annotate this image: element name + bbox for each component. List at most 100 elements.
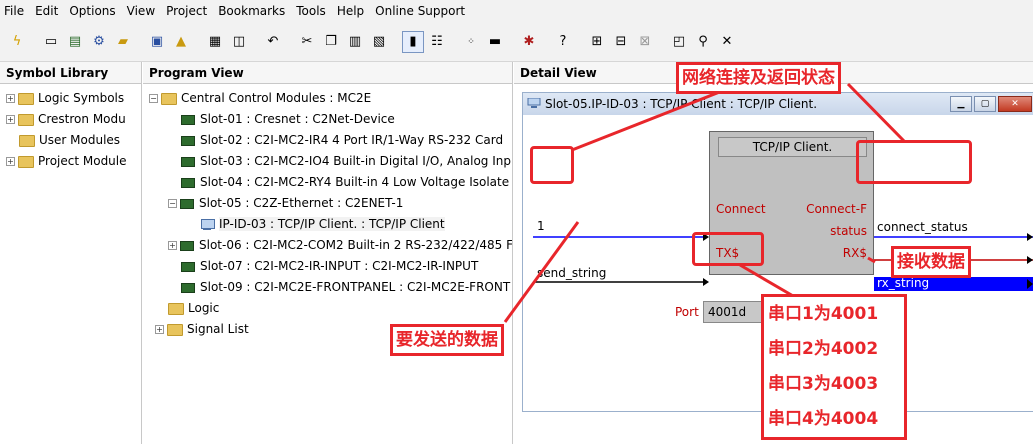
port-note-1: 串口1为4001 [768,304,879,324]
tx-input-arrow [703,278,709,286]
menu-bookmarks[interactable]: Bookmarks [218,0,285,22]
menu-online-support[interactable]: Online Support [375,0,465,22]
folder-icon [18,113,34,126]
print-preview-icon[interactable]: ◫ [228,31,250,53]
save-icon[interactable]: ▣ [146,31,168,53]
collapse-icon[interactable]: − [149,94,158,103]
tree-item-slot-07[interactable]: Slot-07 : C2I-MC2-IR-INPUT : C2I-MC2-IR-… [149,256,512,277]
card-icon [181,135,195,146]
expand-icon[interactable]: + [6,115,15,124]
pin-connect: Connect [716,202,766,216]
lock-icon[interactable]: ▲ [170,31,192,53]
connect-output-arrow [1027,233,1033,241]
annotation-network-status: 网络连接及返回状态 [676,62,841,94]
annotation-send-data: 要发送的数据 [390,324,504,356]
expand-icon[interactable]: + [6,157,15,166]
symbol-library-header: Symbol Library [0,62,141,84]
close-x-icon[interactable]: ✕ [716,31,738,53]
toolbar: ϟ ▭ ▤ ⚙ ▰ ▣ ▲ ▦ ◫ ↶ ✂ ❐ ▥ ▧ ▮ ☷ ⁘ ▬ ✱ ? … [0,22,1033,62]
expand-icon[interactable]: + [168,241,177,250]
symbol-title: TCP/IP Client. [718,137,867,157]
transfer-icon[interactable]: ✱ [518,31,540,53]
port-param-value: 4001d [708,305,747,319]
tree-item-slot-04[interactable]: Slot-04 : C2I-MC2-RY4 Built-in 4 Low Vol… [149,172,512,193]
annotation-port-box [692,232,764,266]
port-note-2: 串口2为4002 [768,339,879,359]
layout2-icon[interactable]: ⊠ [634,31,656,53]
connect-input-signal[interactable]: 1 [537,219,545,233]
tree-item-slot-03[interactable]: Slot-03 : C2I-MC2-IO4 Built-in Digital I… [149,151,512,172]
pin-rx: RX$ [842,246,867,260]
menu-file[interactable]: File [4,0,24,22]
annotation-connect-box [530,146,574,184]
folder-icon [18,92,34,105]
tree-item-logic-symbols[interactable]: + Logic Symbols [6,88,141,109]
menu-options[interactable]: Options [69,0,115,22]
folder-icon [18,155,34,168]
menu-help[interactable]: Help [337,0,364,22]
expand-icon[interactable]: + [6,94,15,103]
new-file-icon[interactable]: ▭ [40,31,62,53]
print-icon[interactable]: ▦ [204,31,226,53]
folder-icon [168,302,184,315]
grid-icon[interactable]: ⊞ [586,31,608,53]
tree-item-slot-09[interactable]: Slot-09 : C2I-MC2E-FRONTPANEL : C2I-MC2E… [149,277,512,298]
folder-icon [167,323,183,336]
compile-icon[interactable]: ▬ [484,31,506,53]
tree-item-ip-id-03[interactable]: IP-ID-03 : TCP/IP Client. : TCP/IP Clien… [149,214,512,235]
window-icon[interactable]: ◰ [668,31,690,53]
tx-input-signal[interactable]: send_string [537,266,606,280]
tree-item-central-control[interactable]: − Central Control Modules : MC2E [149,88,512,109]
card-icon [181,177,195,188]
annotation-connect-status-box [856,140,972,184]
paste-special-icon[interactable]: ▧ [368,31,390,53]
tree-item-project-modules[interactable]: + Project Module [6,151,141,172]
card-icon [181,156,195,167]
menu-view[interactable]: View [127,0,155,22]
numbers-icon[interactable]: ⁘ [460,31,482,53]
copy-icon[interactable]: ❐ [320,31,342,53]
tree-item-slot-06[interactable]: + Slot-06 : C2I-MC2-COM2 Built-in 2 RS-23… [149,235,512,256]
help-icon[interactable]: ? [552,31,574,53]
card-icon [181,261,195,272]
annotation-receive-data: 接收数据 [891,246,971,278]
undo-icon[interactable]: ↶ [262,31,284,53]
port-note-4: 串口4为4004 [768,409,879,429]
tree-item-slot-01[interactable]: Slot-01 : Cresnet : C2Net-Device [149,109,512,130]
open-folder-icon[interactable]: ▰ [112,31,134,53]
layout-icon[interactable]: ⊟ [610,31,632,53]
cut-icon[interactable]: ✂ [296,31,318,53]
expand-icon[interactable]: + [155,325,164,334]
port-note-3: 串口3为4003 [768,374,879,394]
debugger-icon[interactable]: ▮ [402,30,424,53]
tree-item-user-modules[interactable]: User Modules [6,130,141,151]
symbol-library-panel: Symbol Library + Logic Symbols + Crestron … [0,62,142,444]
menu-tools[interactable]: Tools [296,0,326,22]
collapse-icon[interactable]: − [168,199,177,208]
menu-edit[interactable]: Edit [35,0,58,22]
tree-item-crestron-modules[interactable]: + Crestron Modu [6,109,141,130]
tree-item-slot-05[interactable]: − Slot-05 : C2Z-Ethernet : C2ENET-1 [149,193,512,214]
card-icon [181,114,195,125]
connect-output-signal[interactable]: connect_status [877,220,968,234]
rx-output-signal[interactable]: rx_string [877,276,929,290]
lightning-icon[interactable]: ϟ [6,31,28,53]
menu-project[interactable]: Project [166,0,207,22]
program-view-panel: Program View − Central Control Modules : … [143,62,513,444]
card-icon [180,198,194,209]
paste-icon[interactable]: ▥ [344,31,366,53]
annotation-port-list: 串口1为4001 串口2为4002 串口3为4003 串口4为4004 [761,294,907,440]
settings-icon[interactable]: ⚙ [88,31,110,53]
pin-connect-f: Connect-F [806,202,867,216]
pin-status: status [830,224,867,238]
status-output-arrow [1027,256,1033,264]
view-icon[interactable]: ☷ [426,31,448,53]
pin-icon[interactable]: ⚲ [692,31,714,53]
tree-item-logic[interactable]: Logic [149,298,512,319]
folder-open-icon [161,92,177,105]
new-program-icon[interactable]: ▤ [64,31,86,53]
card-icon [181,282,195,293]
tree-item-slot-02[interactable]: Slot-02 : C2I-MC2-IR4 4 Port IR/1-Way RS… [149,130,512,151]
card-icon [180,240,194,251]
port-param-label: Port [675,305,699,319]
